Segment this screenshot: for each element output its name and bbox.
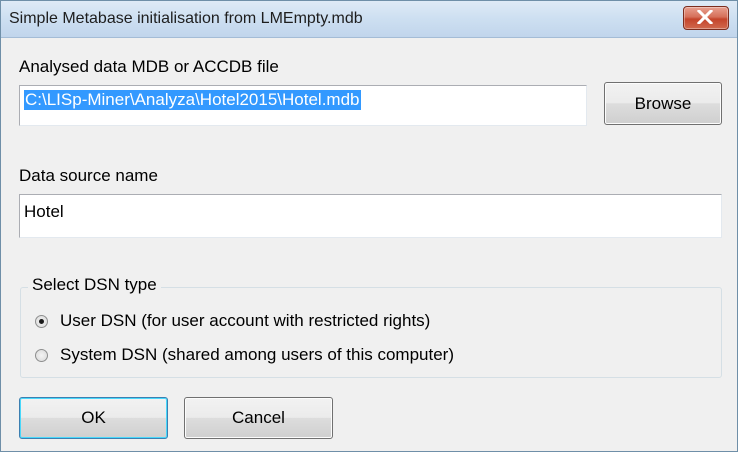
radio-selected-dot [39, 319, 44, 324]
system-dsn-label: System DSN (shared among users of this c… [60, 345, 454, 364]
system-dsn-option[interactable]: System DSN (shared among users of this c… [35, 345, 525, 367]
ok-button-label: OK [81, 408, 106, 427]
browse-button-label: Browse [634, 94, 692, 113]
mdb-file-value: C:\LISp-Miner\Analyza\Hotel2015\Hotel.md… [24, 90, 361, 110]
dsn-name-value: Hotel [24, 202, 64, 221]
system-dsn-radio[interactable] [35, 349, 48, 362]
mdb-file-input[interactable]: C:\LISp-Miner\Analyza\Hotel2015\Hotel.md… [19, 85, 587, 126]
window-title: Simple Metabase initialisation from LMEm… [9, 10, 363, 27]
title-bar[interactable]: Simple Metabase initialisation from LMEm… [1, 1, 737, 38]
user-dsn-label: User DSN (for user account with restrict… [60, 311, 431, 330]
cancel-button-label: Cancel [232, 408, 285, 427]
user-dsn-option[interactable]: User DSN (for user account with restrict… [35, 311, 505, 333]
dsn-name-label: Data source name [19, 166, 158, 185]
browse-button[interactable]: Browse [604, 82, 722, 125]
close-icon [697, 10, 713, 24]
user-dsn-radio[interactable] [35, 315, 48, 328]
ok-button[interactable]: OK [19, 397, 168, 439]
dsn-type-legend: Select DSN type [28, 275, 161, 295]
mdb-file-label: Analysed data MDB or ACCDB file [19, 57, 279, 76]
close-button[interactable] [683, 6, 729, 30]
dialog-window: Simple Metabase initialisation from LMEm… [0, 0, 738, 452]
cancel-button[interactable]: Cancel [184, 397, 333, 439]
dsn-name-input[interactable]: Hotel [19, 194, 722, 238]
